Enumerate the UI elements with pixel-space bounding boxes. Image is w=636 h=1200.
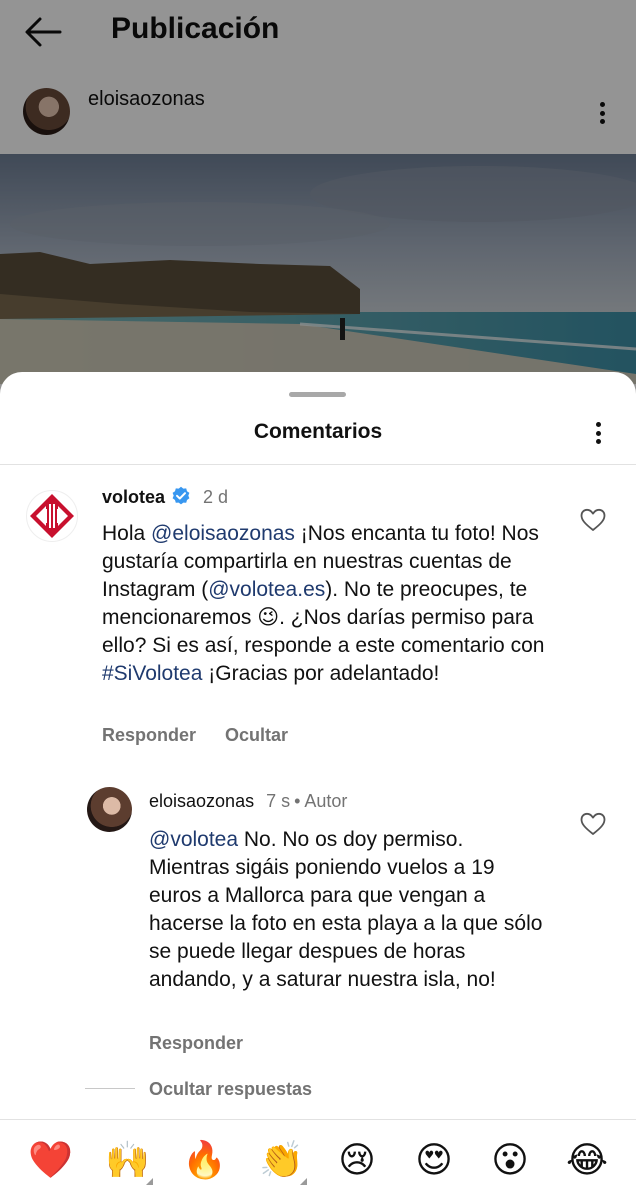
reply-text: @volotea No. No os doy permiso. Mientras… bbox=[149, 826, 549, 994]
raising-hands-emoji[interactable]: 🙌 bbox=[105, 1139, 153, 1185]
heart-emoji[interactable]: ❤️ bbox=[28, 1139, 73, 1181]
text-segment: No. No os doy permiso. Mientras sigáis p… bbox=[149, 828, 543, 991]
skin-tone-indicator-icon bbox=[300, 1178, 307, 1185]
comment-text: Hola @eloisaozonas ¡Nos encanta tu foto!… bbox=[102, 520, 552, 688]
hide-comment-button[interactable]: Ocultar bbox=[225, 725, 288, 746]
hide-replies-line bbox=[85, 1088, 135, 1089]
like-heart-icon[interactable] bbox=[580, 812, 606, 836]
reply-meta: eloisaozonas 7 s • Autor bbox=[149, 791, 347, 812]
skin-tone-indicator-icon bbox=[146, 1178, 153, 1185]
volotea-logo-avatar[interactable] bbox=[26, 490, 78, 542]
heart-eyes-emoji[interactable]: 😍 bbox=[413, 1139, 455, 1181]
verified-badge-icon bbox=[171, 486, 191, 511]
sheet-title: Comentarios bbox=[253, 420, 383, 443]
text-segment: ¡Gracias por adelantado! bbox=[202, 662, 440, 685]
reply-time: 7 s bbox=[266, 791, 291, 811]
clapping-hands-emoji[interactable]: 👏 bbox=[259, 1139, 307, 1185]
reply-author-avatar[interactable] bbox=[87, 787, 132, 832]
emoji-reaction-bar: ❤️ 🙌 🔥 👏 😢 😍 😮 😂 bbox=[0, 1119, 636, 1200]
like-heart-icon[interactable] bbox=[580, 508, 606, 532]
meta-separator: • bbox=[294, 791, 301, 811]
comment-time: 2 d bbox=[203, 487, 229, 507]
fire-emoji[interactable]: 🔥 bbox=[182, 1139, 227, 1181]
comments-sheet: Comentarios bbox=[0, 372, 636, 1200]
reply-button[interactable]: Responder bbox=[102, 725, 196, 746]
comments-more-options-icon[interactable] bbox=[588, 418, 608, 448]
mention-link[interactable]: @volotea.es bbox=[208, 578, 325, 601]
comment-username[interactable]: volotea bbox=[102, 487, 165, 507]
tears-of-joy-emoji[interactable]: 😂 bbox=[566, 1139, 608, 1181]
sheet-drag-handle[interactable] bbox=[289, 392, 346, 397]
reply-username[interactable]: eloisaozonas bbox=[149, 791, 254, 811]
mention-link[interactable]: @eloisaozonas bbox=[151, 522, 295, 545]
surprised-face-emoji[interactable]: 😮 bbox=[489, 1139, 531, 1181]
text-segment: Hola bbox=[102, 522, 152, 545]
comment-meta: volotea 2 d bbox=[102, 486, 228, 511]
author-label: Autor bbox=[304, 791, 348, 811]
hide-replies-button[interactable]: Ocultar respuestas bbox=[149, 1079, 312, 1100]
mention-link[interactable]: @volotea bbox=[149, 828, 238, 851]
crying-face-emoji[interactable]: 😢 bbox=[336, 1139, 378, 1181]
mention-link[interactable]: #SiVolotea bbox=[102, 662, 202, 685]
divider bbox=[0, 464, 636, 465]
reply-button[interactable]: Responder bbox=[149, 1033, 243, 1054]
